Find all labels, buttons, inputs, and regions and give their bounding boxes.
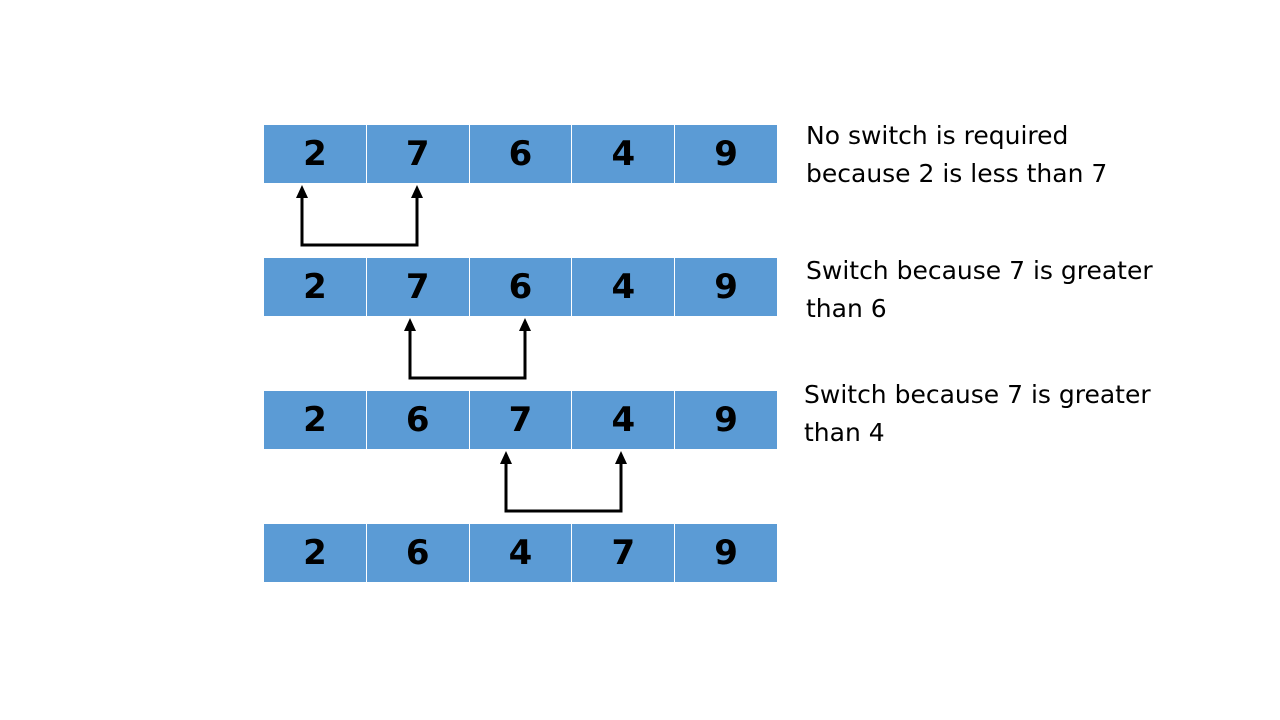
swap-comparison-arrow (296, 185, 423, 247)
arrowhead-icon (615, 451, 627, 464)
swap-comparison-arrow (500, 451, 627, 513)
swap-comparison-arrow (404, 318, 531, 380)
arrowhead-icon (404, 318, 416, 331)
arrowhead-icon (296, 185, 308, 198)
comparison-arrows (296, 185, 627, 513)
arrowhead-icon (411, 185, 423, 198)
arrowhead-icon (519, 318, 531, 331)
arrowhead-icon (500, 451, 512, 464)
